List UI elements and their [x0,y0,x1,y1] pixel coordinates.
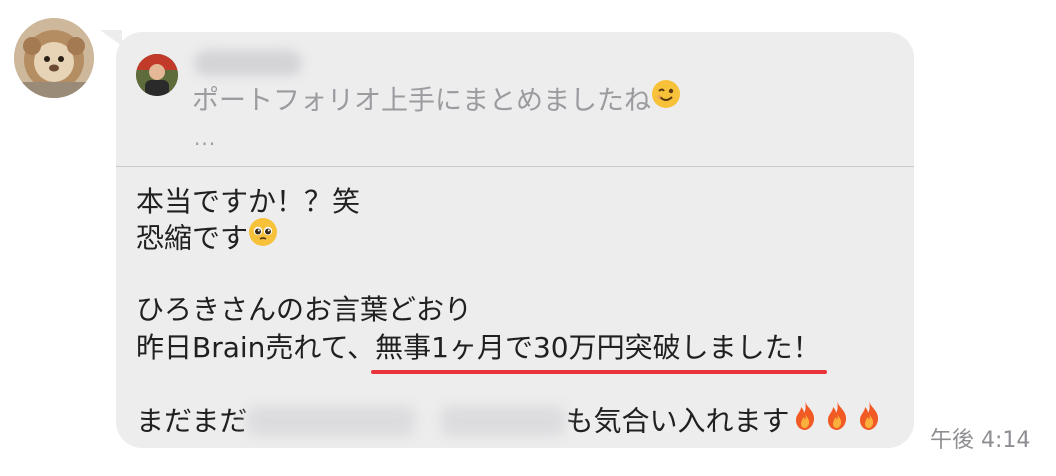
message-line-5-suffix: も気合い入れます [565,404,790,438]
sender-avatar-image [14,18,94,98]
sender-avatar[interactable] [14,18,94,98]
fire-icon [853,399,885,440]
message-line-5: まだまだ も気合い入れます [136,399,885,443]
quoted-user-name-redacted [194,50,302,76]
message-bubble[interactable]: ポートフォリオ上手にまとめましたね ... 本当ですか！？笑 恐縮です ひろきさ… [116,32,914,448]
message-line-5-prefix: まだまだ [136,404,248,438]
fire-icon [789,399,821,440]
fire-icon [821,399,853,440]
quoted-message-more: ... [194,126,217,150]
quoted-user-avatar [136,54,178,96]
quoted-message-text: ポートフォリオ上手にまとめましたね [192,79,681,122]
message-timestamp: 午後 4:14 [930,428,1031,453]
message-line-1: 本当ですか！？笑 [136,185,361,218]
pleading-face-icon [248,217,278,256]
redacted-text-1 [247,405,416,436]
message-line-2-text: 恐縮です [136,221,249,255]
reply-quote[interactable]: ポートフォリオ上手にまとめましたね ... [116,32,914,167]
message-line-2: 恐縮です [136,217,278,259]
message-line-4-prefix: 昨日Brain売れて、 [136,331,376,364]
winking-face-icon [651,79,681,119]
redacted-text-2 [441,405,566,436]
message-line-4: 昨日Brain売れて、無事1ヶ月で30万円突破しました！ [136,330,828,374]
chat-screen: ポートフォリオ上手にまとめましたね ... 本当ですか！？笑 恐縮です ひろきさ… [0,0,1056,476]
message-line-3: ひろきさんのお言葉どおり [136,293,473,326]
highlighted-achievement-text: 無事1ヶ月で30万円突破しました！ [371,331,828,374]
quoted-user-avatar-image [136,54,178,96]
